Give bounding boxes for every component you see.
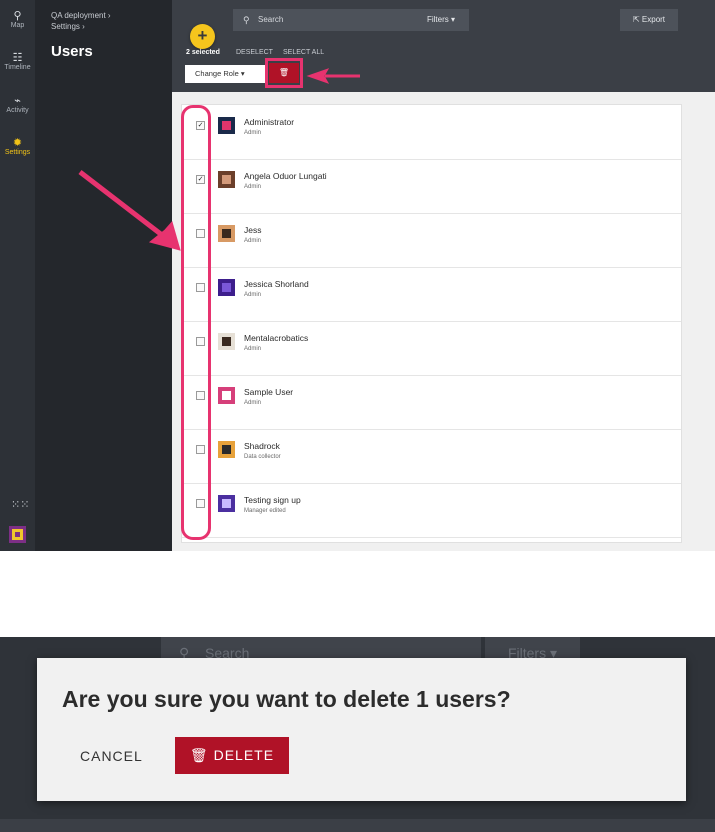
delete-confirmation-screenshot: ⚲ Search Filters ▾ Are you sure you want… xyxy=(0,637,715,832)
delete-label: DELETE xyxy=(213,747,275,763)
users-settings-screenshot: ⚲ Map ☷ Timeline ⌁ Activity ✹ Settings ⁙… xyxy=(0,0,715,551)
arrow-to-checkboxes-shaft xyxy=(78,170,164,237)
dialog-title: Are you sure you want to delete 1 users? xyxy=(62,686,511,712)
trash-icon: 🗑 xyxy=(189,747,209,763)
confirm-delete-dialog: Are you sure you want to delete 1 users?… xyxy=(37,658,686,801)
confirm-delete-button[interactable]: 🗑 DELETE xyxy=(175,737,289,774)
background-list-strip xyxy=(0,819,715,832)
cancel-button[interactable]: CANCEL xyxy=(80,748,143,764)
annotation-arrows xyxy=(78,68,360,251)
